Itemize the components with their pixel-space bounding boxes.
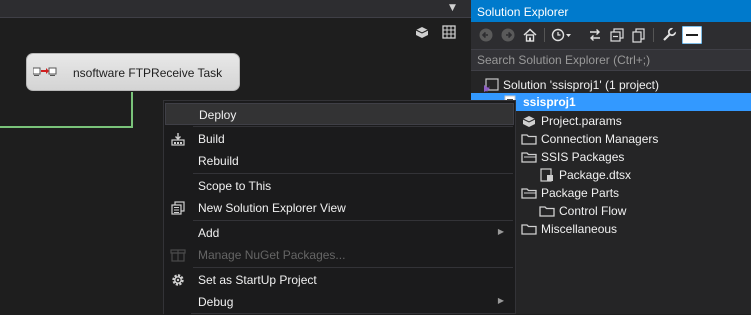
submenu-arrow-icon: ▶ <box>497 296 504 305</box>
tree-node-label: Package.dtsx <box>559 168 632 182</box>
ftp-receive-task-shape[interactable]: nsoftware FTPReceive Task <box>26 53 240 91</box>
toolbar-separator <box>544 28 545 42</box>
tree-node-label: SSIS Packages <box>541 150 625 164</box>
home-icon[interactable] <box>522 27 538 43</box>
new-view-icon <box>171 201 185 215</box>
forward-icon[interactable] <box>500 27 516 43</box>
project-context-menu: Deploy Build Rebuild Scope to This New S… <box>163 100 516 315</box>
menu-item-label: Manage NuGet Packages... <box>198 248 346 262</box>
show-all-files-icon[interactable] <box>631 27 647 43</box>
properties-wrench-icon[interactable] <box>661 27 677 43</box>
menu-item-build[interactable]: Build <box>165 128 514 150</box>
nuget-icon <box>170 249 186 262</box>
search-input[interactable] <box>471 50 737 70</box>
menu-item-label: Rebuild <box>198 154 239 168</box>
menu-item-add[interactable]: Add ▶ <box>165 222 514 244</box>
sync-with-document-icon[interactable] <box>587 27 603 43</box>
folder-icon <box>521 134 537 145</box>
tab-dropdown-icon[interactable]: ▼ <box>449 3 456 13</box>
precedence-constraint-line[interactable] <box>0 126 133 128</box>
menu-item-label: Add <box>198 226 220 240</box>
tree-node-label: ssisproj1 <box>523 95 576 109</box>
folder-icon <box>521 224 537 235</box>
tree-node-label: Project.params <box>541 114 622 128</box>
back-icon[interactable] <box>478 27 494 43</box>
menu-item-label: New Solution Explorer View <box>198 201 346 215</box>
menu-separator <box>193 220 513 221</box>
solution-explorer-title: Solution Explorer <box>471 0 751 22</box>
collapse-all-icon[interactable] <box>609 27 625 43</box>
task-label: nsoftware FTPReceive Task <box>73 66 223 80</box>
menu-item-deploy[interactable]: Deploy <box>165 103 514 125</box>
menu-separator <box>193 126 513 127</box>
menu-item-label: Build <box>198 132 225 146</box>
gear-icon <box>172 274 184 286</box>
menu-item-set-as-startup-project[interactable]: Set as StartUp Project <box>165 269 514 291</box>
menu-item-label: Scope to This <box>198 179 272 193</box>
solution-icon <box>484 78 499 92</box>
folder-icon <box>539 206 555 217</box>
tree-node-label: Control Flow <box>559 204 627 218</box>
params-icon <box>522 116 536 127</box>
menu-separator <box>193 267 513 268</box>
menu-item-scope-to-this[interactable]: Scope to This <box>165 175 514 197</box>
precedence-constraint-line[interactable] <box>131 92 133 128</box>
zoom-icon[interactable] <box>414 24 430 40</box>
package-icon <box>540 168 553 182</box>
folder-open-icon <box>521 188 537 199</box>
menu-item-new-solution-explorer-view[interactable]: New Solution Explorer View <box>165 197 514 219</box>
menu-item-rebuild[interactable]: Rebuild <box>165 150 514 172</box>
folder-open-icon <box>521 152 537 163</box>
tree-node-label: Miscellaneous <box>541 222 618 236</box>
ftp-transfer-icon <box>33 67 57 76</box>
variables-grid-icon[interactable] <box>441 24 457 40</box>
menu-item-debug[interactable]: Debug ▶ <box>165 291 514 313</box>
toolbar-separator <box>653 28 654 42</box>
menu-item-label: Deploy <box>199 108 237 122</box>
menu-item-label: Debug <box>198 295 234 309</box>
submenu-arrow-icon: ▶ <box>497 227 504 236</box>
solution-explorer-toolbar <box>471 22 751 49</box>
menu-item-label: Set as StartUp Project <box>198 273 317 287</box>
tree-node-label: Package Parts <box>541 186 620 200</box>
menu-separator <box>193 173 513 174</box>
tree-node-label: Connection Managers <box>541 132 659 146</box>
build-icon <box>171 133 185 146</box>
solution-explorer-search[interactable] <box>471 49 751 71</box>
tree-node-label: Solution 'ssisproj1' (1 project) <box>503 78 659 92</box>
preview-selected-items-icon[interactable] <box>682 26 702 44</box>
designer-tab-bar: ▼ <box>0 0 471 18</box>
menu-item-manage-nuget-packages[interactable]: Manage NuGet Packages... <box>165 244 514 266</box>
pending-changes-filter-icon[interactable] <box>551 27 573 43</box>
